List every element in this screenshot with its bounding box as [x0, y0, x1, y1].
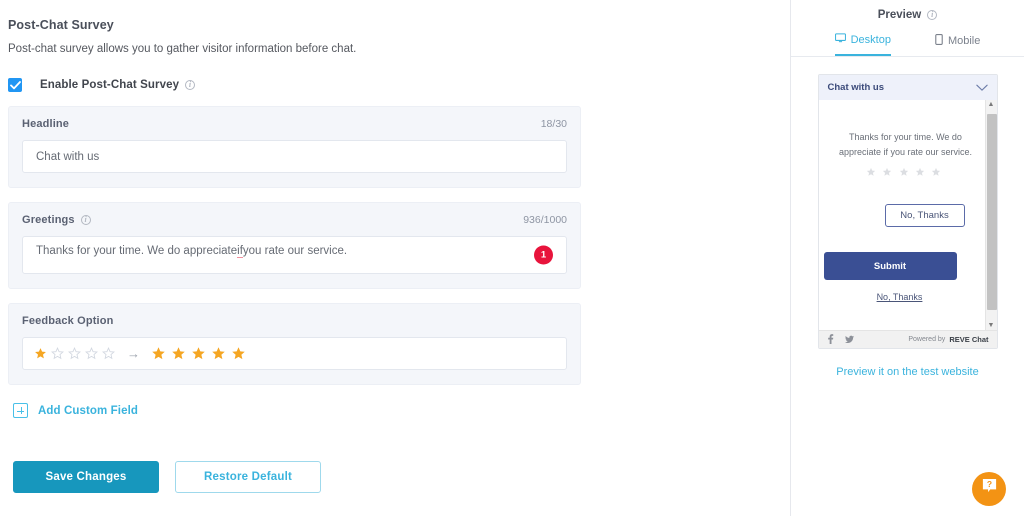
enable-post-chat-survey-row[interactable]: Enable Post-Chat Survey i — [8, 78, 790, 92]
feedback-star-preview[interactable]: → — [23, 337, 251, 370]
question-bubble-icon: ? — [981, 478, 998, 500]
enable-post-chat-survey-checkbox[interactable] — [8, 78, 22, 92]
widget-header[interactable]: Chat with us — [818, 75, 997, 100]
chat-widget-preview: Chat with us Thanks for your time. We do… — [817, 74, 998, 349]
preview-info-icon[interactable]: i — [927, 10, 938, 20]
feedback-option-header: Feedback Option — [22, 315, 567, 327]
greetings-textarea[interactable]: Thanks for your time. We do appreciate i… — [22, 236, 567, 274]
info-icon[interactable]: i — [185, 80, 196, 90]
star-icon-filled[interactable] — [171, 346, 186, 361]
widget-powered-by-label: Powered by — [908, 336, 946, 343]
settings-panel: Post-Chat Survey Post-chat survey allows… — [0, 0, 791, 516]
widget-header-title: Chat with us — [827, 82, 884, 93]
phone-icon — [935, 33, 943, 48]
star-icon-empty[interactable] — [85, 347, 98, 360]
tab-mobile-label: Mobile — [947, 34, 981, 47]
star-icon-empty[interactable] — [899, 164, 909, 176]
headline-input[interactable]: Chat with us — [22, 140, 567, 173]
tab-mobile[interactable]: Mobile — [935, 33, 980, 56]
headline-header: Headline 18/30 — [22, 118, 567, 130]
widget-submit-button[interactable]: Submit — [823, 252, 957, 280]
preview-test-website-link[interactable]: Preview it on the test website — [791, 366, 1024, 378]
star-icon-empty[interactable] — [882, 164, 892, 176]
star-icon-filled[interactable] — [231, 346, 246, 361]
widget-footer: Powered by REVE Chat — [818, 330, 997, 349]
widget-social-links — [827, 331, 854, 349]
enable-label-text: Enable Post-Chat Survey — [40, 79, 180, 91]
headline-char-counter: 18/30 — [540, 118, 567, 130]
star-icon-empty[interactable] — [866, 164, 876, 176]
widget-rating-stars[interactable] — [819, 164, 997, 182]
page-title: Post-Chat Survey — [8, 18, 114, 32]
feedback-option-section: Feedback Option → — [8, 303, 581, 385]
twitter-icon[interactable] — [844, 331, 854, 349]
widget-body: Thanks for your time. We do appreciate i… — [818, 100, 997, 330]
enable-post-chat-survey-label: Enable Post-Chat Survey i — [40, 79, 196, 91]
facebook-icon[interactable] — [827, 331, 834, 349]
add-custom-field-row[interactable]: Add Custom Field — [13, 403, 790, 418]
star-icon-empty[interactable] — [102, 347, 115, 360]
greetings-char-counter: 936/1000 — [523, 214, 567, 226]
greetings-notification-badge[interactable]: 1 — [534, 245, 553, 265]
greetings-text-part-1: Thanks for your time. We do appreciate — [36, 245, 238, 257]
chevron-down-icon[interactable] — [975, 79, 988, 97]
preview-title-text: Preview — [877, 9, 922, 21]
star-icon-empty[interactable] — [68, 347, 81, 360]
widget-no-thanks-link[interactable]: No, Thanks — [819, 292, 997, 302]
widget-scrollbar[interactable]: ▲ ▼ — [984, 100, 997, 330]
svg-text:?: ? — [986, 479, 991, 489]
widget-no-thanks-button[interactable]: No, Thanks — [884, 204, 965, 227]
scroll-up-arrow-icon[interactable]: ▲ — [988, 101, 995, 108]
help-button[interactable]: ? — [972, 472, 1006, 506]
check-icon — [10, 81, 21, 90]
add-custom-field-label[interactable]: Add Custom Field — [38, 405, 138, 417]
greetings-text-part-2: you rate our service. — [242, 245, 348, 257]
scroll-down-arrow-icon[interactable]: ▼ — [988, 322, 995, 329]
monitor-icon — [834, 33, 846, 46]
scrollbar-thumb[interactable] — [986, 114, 997, 310]
star-icon-empty[interactable] — [51, 347, 64, 360]
plus-icon[interactable] — [13, 403, 28, 418]
greetings-info-icon[interactable]: i — [80, 215, 91, 225]
greetings-header: Greetings i 936/1000 — [22, 214, 567, 226]
restore-default-button[interactable]: Restore Default — [175, 461, 321, 493]
star-icon-empty[interactable] — [931, 164, 941, 176]
save-changes-button[interactable]: Save Changes — [13, 461, 159, 493]
widget-brand-name: REVE Chat — [949, 335, 989, 344]
form-actions: Save Changes Restore Default — [13, 461, 321, 493]
tab-desktop-label: Desktop — [850, 33, 891, 46]
page-description: Post-chat survey allows you to gather vi… — [8, 43, 357, 55]
preview-tabs: Desktop Mobile — [791, 33, 1024, 57]
widget-greeting-message: Thanks for your time. We do appreciate i… — [838, 132, 973, 157]
greetings-label-text: Greetings — [22, 214, 75, 226]
feedback-option-label: Feedback Option — [22, 315, 114, 327]
greetings-label: Greetings i — [22, 214, 91, 226]
headline-section: Headline 18/30 Chat with us — [8, 106, 581, 188]
preview-panel: Preview i Desktop Mobile Chat with us Th… — [791, 0, 1024, 516]
headline-label: Headline — [22, 118, 70, 130]
feedback-option-control[interactable]: → — [22, 337, 567, 370]
tab-desktop[interactable]: Desktop — [834, 33, 891, 56]
star-icon-filled[interactable] — [211, 346, 226, 361]
post-chat-survey-page: Post-Chat Survey Post-chat survey allows… — [0, 0, 1024, 516]
star-icon-filled[interactable] — [151, 346, 166, 361]
star-icon-empty[interactable] — [915, 164, 925, 176]
headline-input-value: Chat with us — [36, 150, 100, 163]
preview-title: Preview i — [791, 0, 1024, 21]
greetings-section: Greetings i 936/1000 Thanks for your time… — [8, 202, 581, 289]
feedback-arrow-separator: → — [127, 346, 140, 361]
star-icon-filled[interactable] — [191, 346, 206, 361]
star-icon-filled[interactable] — [34, 347, 47, 360]
